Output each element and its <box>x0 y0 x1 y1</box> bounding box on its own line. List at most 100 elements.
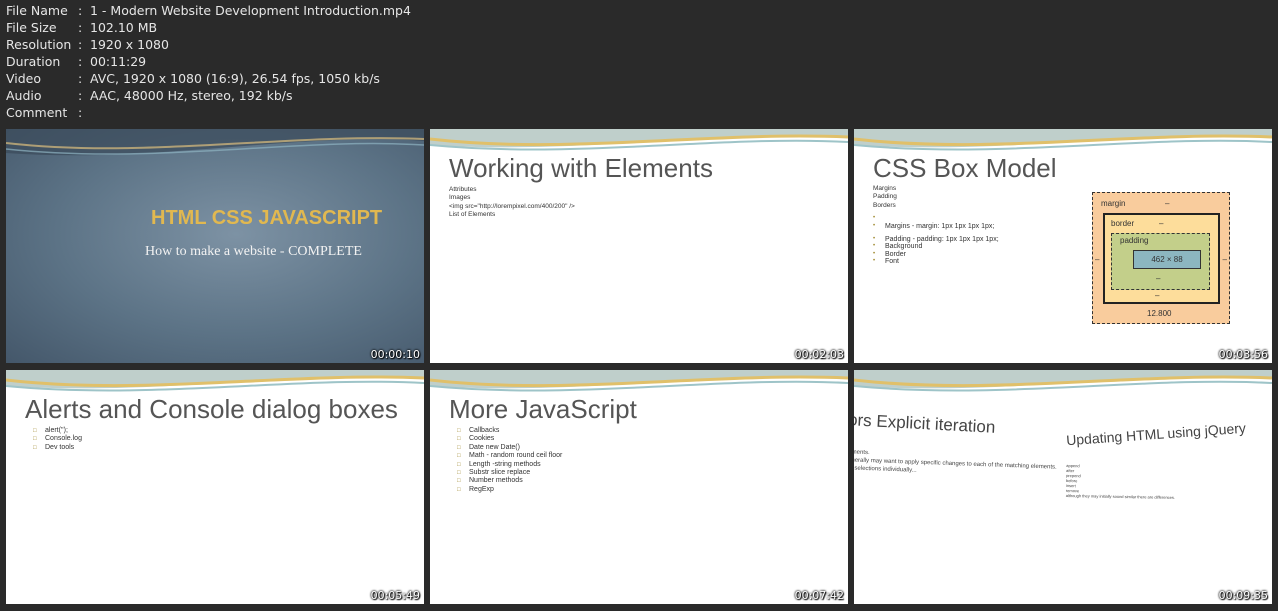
dash-label: – <box>1159 219 1164 228</box>
timestamp: 00:09:35 <box>1218 589 1268 602</box>
info-separator: : <box>78 71 83 86</box>
bullet-text: Length -string methods <box>469 460 541 468</box>
bullet-marker: • <box>873 250 876 257</box>
bullet-text: Font <box>885 258 900 265</box>
bullet-text: Math - random round ceil floor <box>469 452 563 460</box>
border-label: border <box>1111 219 1135 228</box>
slide-title: Alerts and Console dialog boxes <box>25 394 398 424</box>
bullet-item: □ RegExp <box>457 486 562 494</box>
bullet-text: Dev tools <box>45 443 75 451</box>
info-value: 00:11:29 <box>90 54 147 69</box>
info-key: Resolution <box>6 37 72 52</box>
slide-bullet-list: • • Margins - margin: 1px 1px 1px 1px; • P… <box>873 215 999 266</box>
padding-label: padding <box>1120 236 1149 245</box>
info-value: 102.10 MB <box>90 20 158 35</box>
timestamp: 00:02:03 <box>794 348 844 361</box>
info-key: Audio <box>6 88 42 103</box>
bullet-item: □ Number methods <box>457 477 562 485</box>
bullet-item: □ Math - random round ceil floor <box>457 452 562 460</box>
bullet-text: Console.log <box>45 435 82 443</box>
bullet-item: □ Callbacks <box>457 427 562 435</box>
info-key: Comment <box>6 105 68 120</box>
bullet-marker: □ <box>457 453 461 460</box>
bullet-text: Date new Date() <box>469 443 520 451</box>
slide-line: Attributes <box>449 186 477 193</box>
margin-label: margin <box>1101 199 1126 208</box>
slide-body: Attributes Images <img src="http://lorem… <box>449 186 575 220</box>
info-value: AVC, 1920 x 1080 (16:9), 26.54 fps, 1050… <box>90 71 380 86</box>
slide-title-right: Updating HTML using jQuery <box>1065 419 1247 449</box>
slide-line: List of Elements <box>449 211 496 219</box>
info-key: Video <box>6 71 42 86</box>
bullet-marker: • <box>873 223 876 229</box>
bullet-item: • Padding - padding: 1px 1px 1px 1px; <box>873 236 999 244</box>
info-key: File Name <box>6 3 68 18</box>
thumbnail-6[interactable]: ors Explicit iteration ements. enerally … <box>854 370 1272 604</box>
info-row-duration: Duration : 00:11:29 <box>6 53 411 70</box>
dash-label: – <box>1156 274 1161 283</box>
info-separator: : <box>78 88 83 103</box>
box-model-diagram: margin – – – border – padding – 462 × 88… <box>1092 192 1230 324</box>
thumbnail-4[interactable]: Alerts and Console dialog boxes □ alert('… <box>6 370 424 604</box>
slide-line: Images <box>449 194 471 202</box>
bullet-text: Substr slice replace <box>469 469 531 477</box>
bullet-item: • Border <box>873 251 999 259</box>
slide-title: CSS Box Model <box>873 153 1057 183</box>
bullet-item: • Font <box>873 258 999 266</box>
bullet-text: Padding - padding: 1px 1px 1px 1px; <box>885 235 999 243</box>
bullet-text: Margins - margin: 1px 1px 1px 1px; <box>885 223 995 230</box>
thumbnail-2[interactable]: Working with Elements Attributes Images … <box>430 129 848 363</box>
bullet-text: Border <box>885 250 907 258</box>
bullet-marker: □ <box>33 428 37 434</box>
box-value: 12.800 <box>1147 309 1172 318</box>
info-separator: : <box>78 3 83 18</box>
info-separator: : <box>78 37 83 52</box>
box-model-content: 462 × 88 <box>1133 250 1201 269</box>
bullet-item: □ Cookies <box>457 435 562 443</box>
bullet-text: Callbacks <box>469 427 500 434</box>
bullet-marker: • <box>873 215 876 221</box>
dash-label: – <box>1155 291 1160 300</box>
bullet-item: • Margins - margin: 1px 1px 1px 1px; <box>873 223 999 231</box>
box-model-padding: padding – 462 × 88 <box>1111 233 1210 290</box>
bullet-marker: • <box>873 258 876 264</box>
info-row-resolution: Resolution : 1920 x 1080 <box>6 36 411 53</box>
slide-line: although they may initially sound simila… <box>1065 493 1176 500</box>
bullet-marker: • <box>873 243 876 249</box>
slide-title: HTML CSS JAVASCRIPT <box>151 207 383 229</box>
info-separator: : <box>78 20 83 35</box>
bullet-item: □ Dev tools <box>33 444 82 452</box>
thumbnail-5[interactable]: More JavaScript □ Callbacks □ Cookies □ Dat… <box>430 370 848 604</box>
info-row-audio: Audio : AAC, 48000 Hz, stereo, 192 kb/s <box>6 87 411 104</box>
dash-label: – <box>1165 199 1170 208</box>
thumbnail-1[interactable]: HTML CSS JAVASCRIPT How to make a websit… <box>6 129 424 363</box>
slide-body-right: append after prepend before insert remov… <box>1066 463 1176 500</box>
bullet-item: □ Date new Date() <box>457 444 562 452</box>
bullet-marker: □ <box>33 436 37 443</box>
slide-title: More JavaScript <box>449 394 637 424</box>
info-row-comment: Comment : <box>6 104 411 121</box>
slide-swoosh-decoration <box>6 129 424 156</box>
dash-label: – <box>1222 255 1227 264</box>
file-info-panel: File Name : 1 - Modern Website Developme… <box>6 2 411 121</box>
bullet-text: Background <box>885 243 923 250</box>
bullet-item: □ Length -string methods <box>457 461 562 469</box>
bullet-marker: □ <box>457 436 461 443</box>
slide-bullet-list: □ Callbacks □ Cookies □ Date new Date() □ Ma… <box>457 427 562 494</box>
slide-swoosh-decoration <box>854 370 1272 392</box>
slide-line: Margins <box>873 185 897 192</box>
slide-line: <img src="http://lorempixel.com/400/200"… <box>449 202 575 210</box>
slide-line: Padding <box>873 193 897 201</box>
bullet-marker: □ <box>33 444 37 451</box>
bullet-text: alert(''); <box>45 427 68 434</box>
timestamp: 00:07:42 <box>794 589 844 602</box>
slide-bullet-list: □ alert(''); □ Console.log □ Dev tools <box>33 427 82 452</box>
thumbnail-3[interactable]: CSS Box Model Margins Padding Borders • … <box>854 129 1272 363</box>
bullet-marker: □ <box>457 470 461 477</box>
slide-body-left: ements. enerally may want to apply speci… <box>854 448 1057 479</box>
timestamp: 00:05:49 <box>370 589 420 602</box>
slide-body: Margins Padding Borders <box>873 185 897 210</box>
timestamp: 00:03:56 <box>1218 348 1268 361</box>
info-row-file-size: File Size : 102.10 MB <box>6 19 411 36</box>
bullet-marker: □ <box>457 444 461 451</box>
